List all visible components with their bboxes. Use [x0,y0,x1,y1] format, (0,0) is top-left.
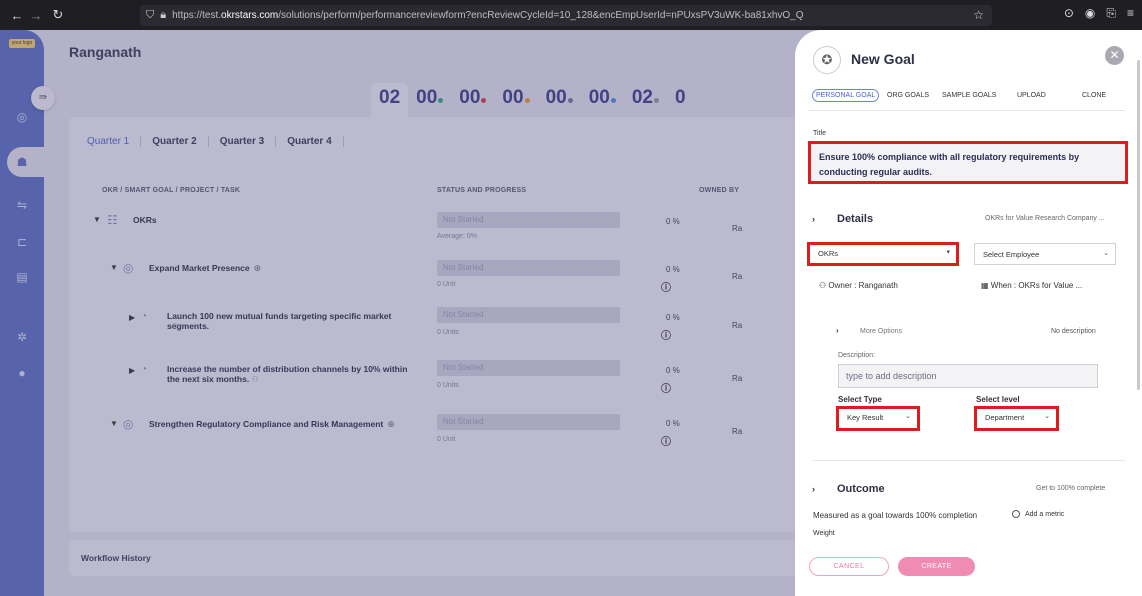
account-icon[interactable]: ◉ [1085,6,1095,21]
shield-icon: ⛉ [146,9,155,21]
extensions-icon[interactable]: ⎘ [1106,6,1116,21]
bookmark-star-icon[interactable]: ☆ [973,8,984,22]
chevron-right-icon[interactable]: › [836,326,839,335]
divider [812,460,1125,461]
no-description: No description [1051,328,1096,335]
reload-icon[interactable]: ↻ [47,7,69,23]
tab-personal-goal[interactable]: PERSONAL GOAL [812,89,880,102]
calendar-icon: ▦ [981,281,989,290]
url-text: https://test.okrstars.com/solutions/perf… [172,10,804,21]
divider [809,110,1125,111]
measured-text: Measured as a goal towards 100% completi… [813,511,978,520]
weight-label: Weight [813,530,835,537]
chevron-right-icon[interactable]: › [812,484,815,494]
chevron-down-icon: ⌄ [1103,250,1109,257]
close-icon[interactable]: ✕ [1105,46,1124,65]
outcome-meta: Get to 100% complete [1036,485,1106,492]
chevron-right-icon[interactable]: › [812,214,815,224]
tab-sample-goals[interactable]: SAMPLE GOALS [942,92,996,99]
goal-type-select[interactable]: OKRs ▾ [807,242,959,266]
create-button[interactable]: CREATE [898,557,975,576]
select-type-label: Select Type [838,395,882,404]
chevron-down-icon: ⌄ [1044,413,1050,420]
description-label: Description: [838,352,875,359]
scrollbar[interactable] [1137,60,1140,390]
browser-toolbar: ← → ↻ ⛉ 🔒︎ https://test.okrstars.com/sol… [0,0,1142,30]
browser-tools: ⊙ ◉ ⎘ ≡ [1064,6,1134,21]
select-level-label: Select level [976,395,1020,404]
address-bar[interactable]: ⛉ 🔒︎ https://test.okrstars.com/solutions… [140,5,992,26]
more-options[interactable]: More Options [860,328,902,335]
radio-icon[interactable] [1012,510,1020,518]
lock-icon: 🔒︎ [160,9,167,21]
goal-badge-icon: ✪ [813,46,841,74]
forward-icon[interactable]: → [25,8,47,23]
drawer-title: New Goal [851,51,915,67]
org-chart-icon: ⚇ [819,281,827,290]
tab-clone[interactable]: CLONE [1082,92,1106,99]
chevron-down-icon: ⌄ [905,413,911,420]
details-meta: OKRs for Value Research Company ... [985,215,1105,222]
cancel-button[interactable]: CANCEL [809,557,889,576]
pocket-icon[interactable]: ⊙ [1064,6,1074,21]
outcome-header[interactable]: Outcome [837,483,885,495]
title-input[interactable]: Ensure 100% compliance with all regulato… [808,141,1128,184]
employee-select[interactable]: Select Employee ⌄ [974,243,1116,265]
title-label: Title [813,130,826,137]
tab-org-goals[interactable]: ORG GOALS [887,92,929,99]
add-metric-option[interactable]: Add a metric [1012,510,1064,518]
tab-upload[interactable]: UPLOAD [1017,92,1046,99]
chevron-down-icon: ▾ [946,249,950,256]
details-header[interactable]: Details [837,213,873,225]
when-line: ▦ When : OKRs for Value ... [981,281,1083,290]
description-input[interactable]: type to add description [838,364,1098,388]
new-goal-drawer: ✪ New Goal ✕ PERSONAL GOAL ORG GOALS SAM… [795,30,1142,596]
owner-line: ⚇ Owner : Ranganath [819,281,898,290]
menu-icon[interactable]: ≡ [1127,6,1134,21]
select-level-dropdown[interactable]: Department ⌄ [974,406,1059,431]
select-type-dropdown[interactable]: Key Result ⌄ [836,406,920,431]
